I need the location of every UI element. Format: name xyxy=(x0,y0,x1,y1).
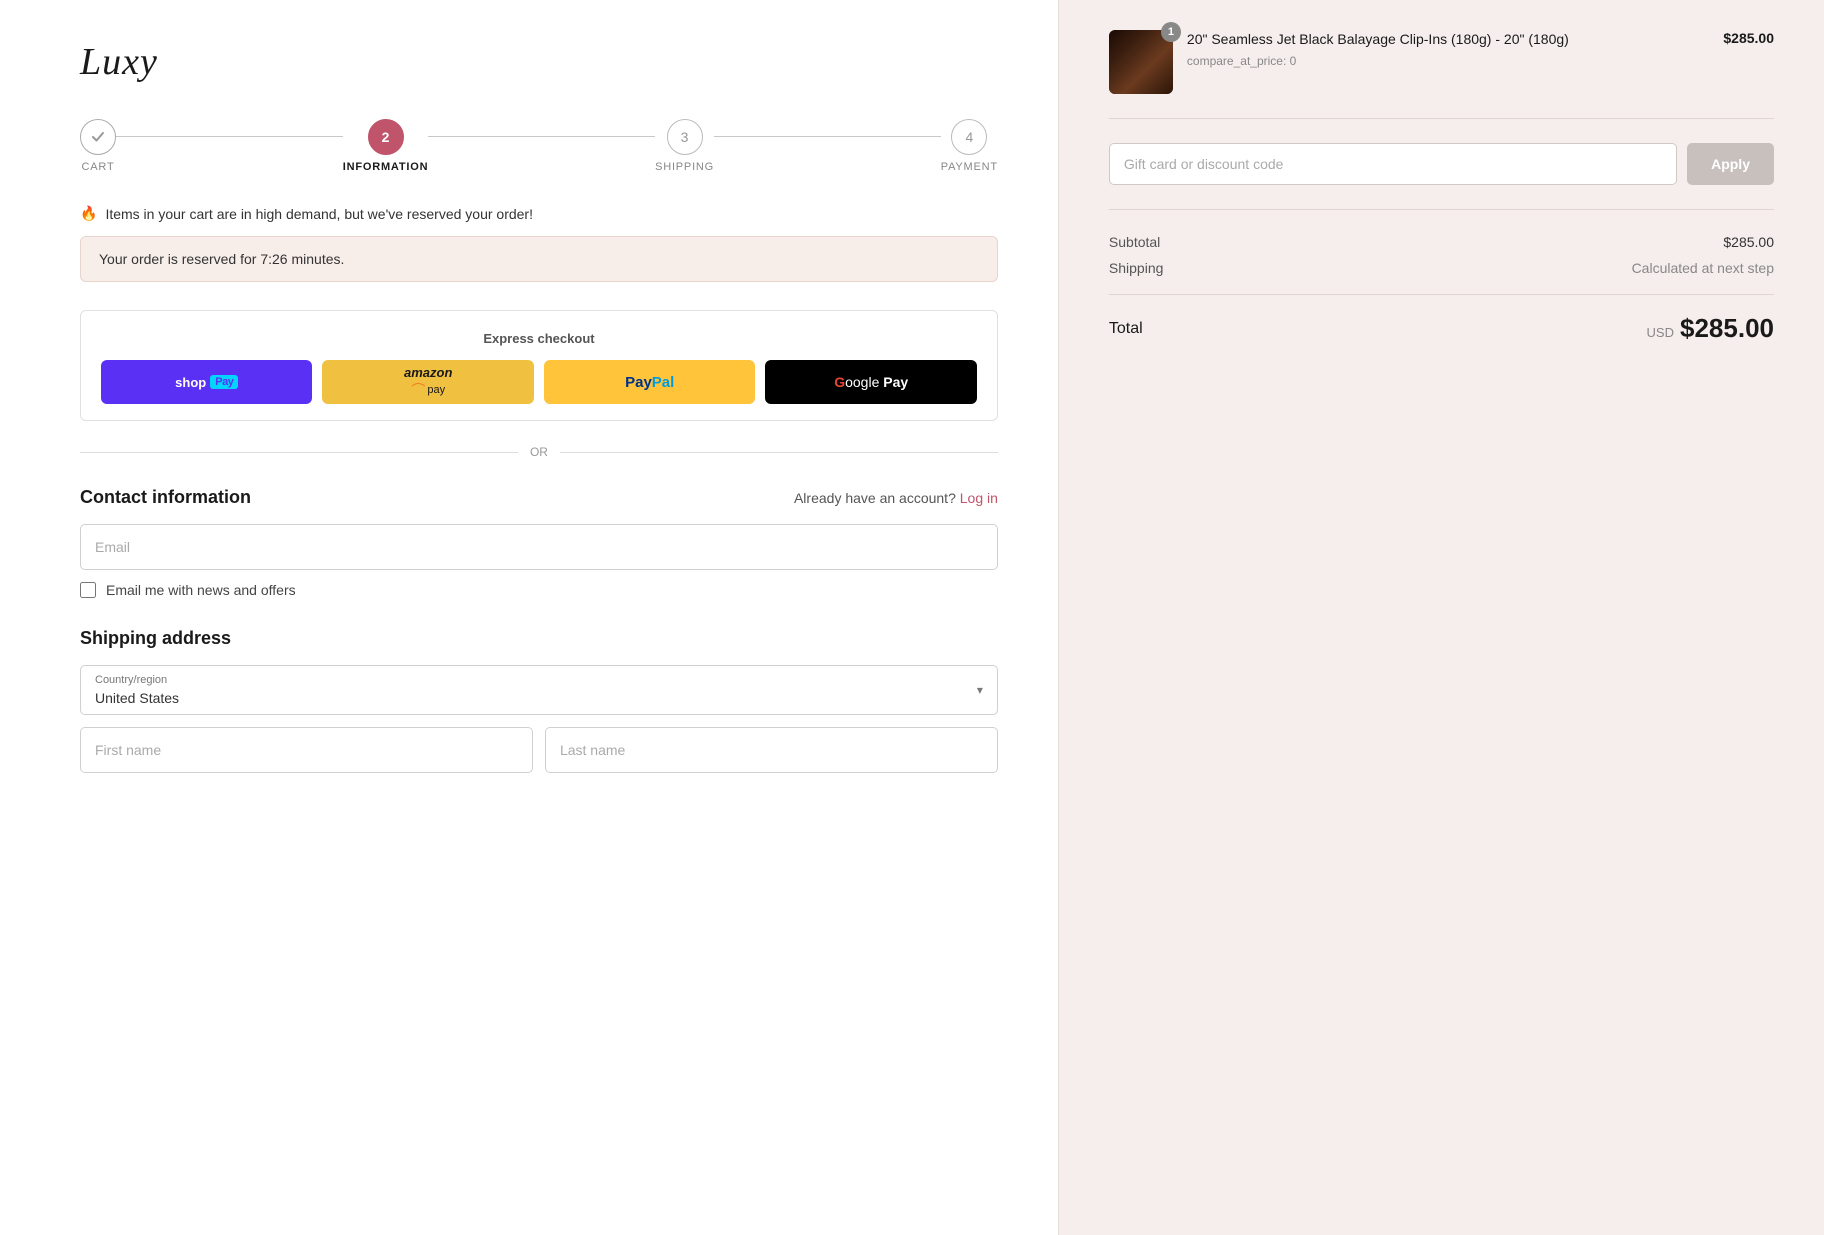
name-row xyxy=(80,727,998,785)
demand-notice: 🔥 Items in your cart are in high demand,… xyxy=(80,205,998,222)
product-price: $285.00 xyxy=(1723,30,1774,46)
checkout-stepper: CART 2 INFORMATION 3 SHIPPING 4 PAYMENT xyxy=(80,119,998,173)
shoppay-icon: shop Pay xyxy=(175,375,238,390)
shoppay-button[interactable]: shop Pay xyxy=(101,360,312,404)
discount-input[interactable] xyxy=(1109,143,1677,185)
contact-section: Contact information Already have an acco… xyxy=(80,487,998,598)
fire-icon: 🔥 xyxy=(80,205,97,222)
product-name: 20" Seamless Jet Black Balayage Clip-Ins… xyxy=(1187,30,1709,50)
total-value-wrapper: USD $285.00 xyxy=(1647,313,1774,344)
total-value: $285.00 xyxy=(1680,313,1774,344)
total-row: Total USD $285.00 xyxy=(1109,294,1774,344)
total-currency: USD xyxy=(1647,325,1674,340)
step-payment: 4 PAYMENT xyxy=(941,119,998,173)
email-field[interactable] xyxy=(80,524,998,570)
login-link[interactable]: Log in xyxy=(960,490,998,506)
product-info: 20" Seamless Jet Black Balayage Clip-Ins… xyxy=(1187,30,1709,68)
amazon-pay-icon: amazon ⌒ pay xyxy=(404,365,452,400)
shipping-label: Shipping xyxy=(1109,260,1164,276)
country-select-display[interactable]: Country/region United States ▾ xyxy=(80,665,998,715)
step-circle-cart xyxy=(80,119,116,155)
account-text: Already have an account? Log in xyxy=(794,490,998,506)
step-cart: CART xyxy=(80,119,116,173)
step-shipping: 3 SHIPPING xyxy=(655,119,714,173)
express-checkout-buttons: shop Pay amazon ⌒ pay xyxy=(101,360,977,404)
step-circle-information: 2 xyxy=(368,119,404,155)
checkmark-icon xyxy=(90,129,106,145)
gpay-button[interactable]: Google Pay xyxy=(765,360,976,404)
last-name-field[interactable] xyxy=(545,727,998,773)
or-divider: OR xyxy=(80,445,998,459)
discount-row: Apply xyxy=(1109,143,1774,210)
shipping-row: Shipping Calculated at next step xyxy=(1109,260,1774,276)
product-row: 1 20" Seamless Jet Black Balayage Clip-I… xyxy=(1109,30,1774,119)
shipping-section-title: Shipping address xyxy=(80,628,998,649)
step-connector-1 xyxy=(116,136,343,137)
step-connector-3 xyxy=(714,136,941,137)
subtotal-row: Subtotal $285.00 xyxy=(1109,234,1774,250)
total-label: Total xyxy=(1109,320,1143,338)
brand-logo: Luxy xyxy=(80,40,998,84)
step-information: 2 INFORMATION xyxy=(343,119,429,173)
product-quantity-badge: 1 xyxy=(1161,22,1181,42)
product-image-wrapper: 1 xyxy=(1109,30,1173,94)
product-image-inner xyxy=(1109,30,1173,94)
country-value: United States xyxy=(95,674,983,706)
first-name-field[interactable] xyxy=(80,727,533,773)
amazon-pay-button[interactable]: amazon ⌒ pay xyxy=(322,360,533,404)
reserved-text: Your order is reserved for 7:26 minutes. xyxy=(99,251,344,267)
gpay-icon: Google Pay xyxy=(834,374,908,390)
step-label-payment: PAYMENT xyxy=(941,161,998,173)
left-panel: Luxy CART 2 INFORMATION 3 SHIPPING xyxy=(0,0,1058,1235)
paypal-button[interactable]: PayPal xyxy=(544,360,755,404)
shipping-value: Calculated at next step xyxy=(1632,260,1774,276)
newsletter-checkbox[interactable] xyxy=(80,582,96,598)
step-connector-2 xyxy=(428,136,655,137)
step-circle-shipping: 3 xyxy=(667,119,703,155)
subtotal-value: $285.00 xyxy=(1723,234,1774,250)
product-sub: compare_at_price: 0 xyxy=(1187,54,1709,68)
step-label-information: INFORMATION xyxy=(343,161,429,173)
express-checkout-section: Express checkout shop Pay amazon ⌒ pay xyxy=(80,310,998,421)
paypal-icon: PayPal xyxy=(625,374,674,391)
shipping-section: Shipping address Country/region United S… xyxy=(80,628,998,785)
contact-section-header: Contact information Already have an acco… xyxy=(80,487,998,508)
order-summary: Subtotal $285.00 Shipping Calculated at … xyxy=(1109,234,1774,344)
demand-notice-text: Items in your cart are in high demand, b… xyxy=(105,206,533,222)
subtotal-label: Subtotal xyxy=(1109,234,1160,250)
step-label-cart: CART xyxy=(82,161,115,173)
apply-button[interactable]: Apply xyxy=(1687,143,1774,185)
step-label-shipping: SHIPPING xyxy=(655,161,714,173)
express-checkout-title: Express checkout xyxy=(101,331,977,346)
product-image xyxy=(1109,30,1173,94)
contact-section-title: Contact information xyxy=(80,487,251,508)
newsletter-label: Email me with news and offers xyxy=(106,582,296,598)
or-line-right xyxy=(560,452,998,453)
reserved-box: Your order is reserved for 7:26 minutes. xyxy=(80,236,998,282)
step-circle-payment: 4 xyxy=(951,119,987,155)
or-text: OR xyxy=(530,445,548,459)
or-line-left xyxy=(80,452,518,453)
right-panel: 1 20" Seamless Jet Black Balayage Clip-I… xyxy=(1058,0,1824,1235)
country-select-wrapper: Country/region United States ▾ xyxy=(80,665,998,715)
newsletter-checkbox-row: Email me with news and offers xyxy=(80,582,998,598)
